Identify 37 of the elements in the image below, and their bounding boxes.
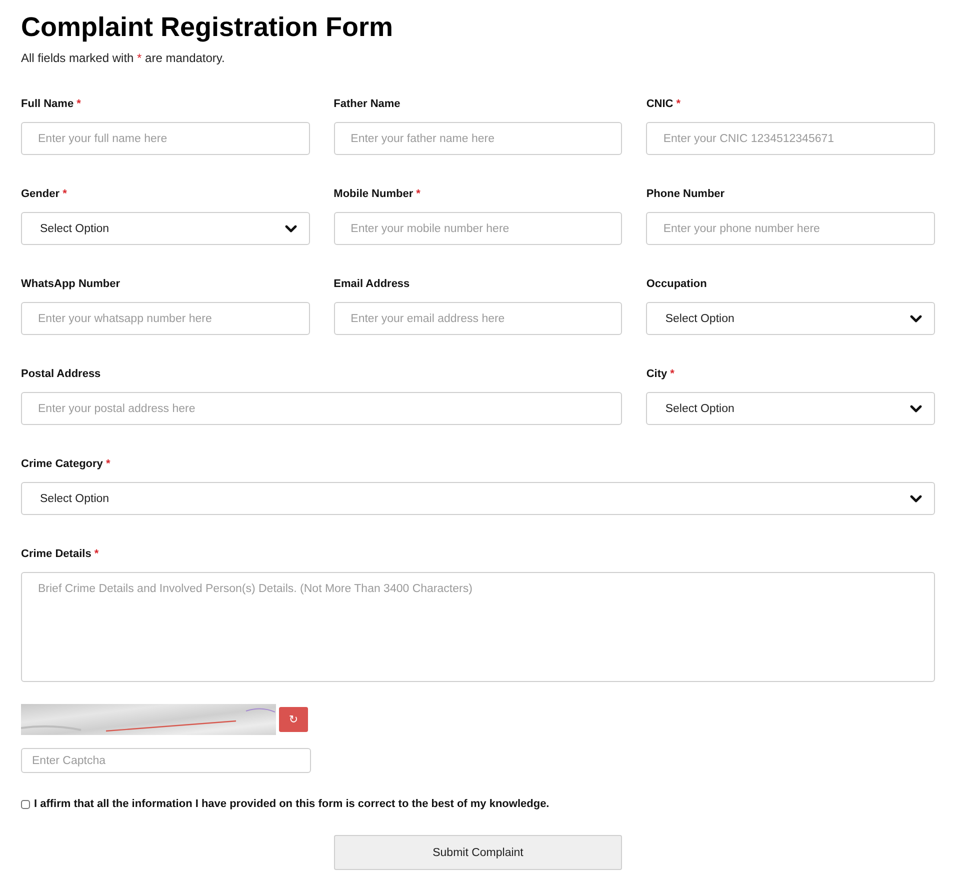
field-label: Email Address: [334, 277, 411, 291]
dropdown-select[interactable]: Select Option: [646, 392, 935, 425]
field-label: Gender *: [21, 187, 68, 201]
chevron-down-icon: [910, 314, 922, 322]
text-field[interactable]: Enter your mobile number here: [334, 212, 622, 245]
field-label: Father Name: [334, 97, 402, 111]
field-label: Crime Category *: [21, 457, 112, 471]
text-field[interactable]: Enter your postal address here: [21, 392, 622, 425]
form-title: Complaint Registration Form: [21, 11, 394, 44]
textarea-field[interactable]: Brief Crime Details and Involved Person(s) Details. (Not More Than 3400 Characters): [21, 572, 935, 682]
captcha-field[interactable]: Enter Captcha: [21, 748, 311, 773]
field-label: Mobile Number *: [334, 187, 422, 201]
text-field[interactable]: Enter your CNIC 1234512345671: [646, 122, 935, 155]
text-field[interactable]: Enter your email address here: [334, 302, 622, 335]
field-label: Occupation: [646, 277, 708, 291]
refresh-captcha-button[interactable]: ↻: [279, 707, 308, 732]
text-field[interactable]: Enter your whatsapp number here: [21, 302, 310, 335]
text-field[interactable]: Enter your full name here: [21, 122, 310, 155]
field-label: Postal Address: [21, 367, 102, 381]
agree-checkbox[interactable]: [21, 800, 30, 808]
text-field[interactable]: Enter your father name here: [334, 122, 622, 155]
chevron-down-icon: [284, 224, 297, 232]
dropdown-select[interactable]: Select Option: [21, 482, 935, 515]
mandatory-note: All fields marked with * are mandatory.: [21, 50, 226, 66]
dropdown-select[interactable]: Select Option: [21, 212, 310, 245]
dropdown-select[interactable]: Select Option: [646, 302, 935, 335]
field-label: WhatsApp Number: [21, 277, 121, 291]
text-field[interactable]: Enter your phone number here: [646, 212, 935, 245]
field-label: Crime Details *: [21, 547, 100, 561]
field-label: Phone Number: [646, 187, 726, 201]
submit-button[interactable]: Submit Complaint: [334, 835, 622, 870]
field-label: CNIC *: [646, 97, 682, 111]
chevron-down-icon: [910, 494, 922, 502]
field-label: City *: [646, 367, 676, 381]
field-label: Full Name *: [21, 97, 82, 111]
chevron-down-icon: [910, 404, 922, 412]
agreement-text: I affirm that all the information I have provided on this form is correct to the best of my knowledge.: [34, 797, 550, 811]
